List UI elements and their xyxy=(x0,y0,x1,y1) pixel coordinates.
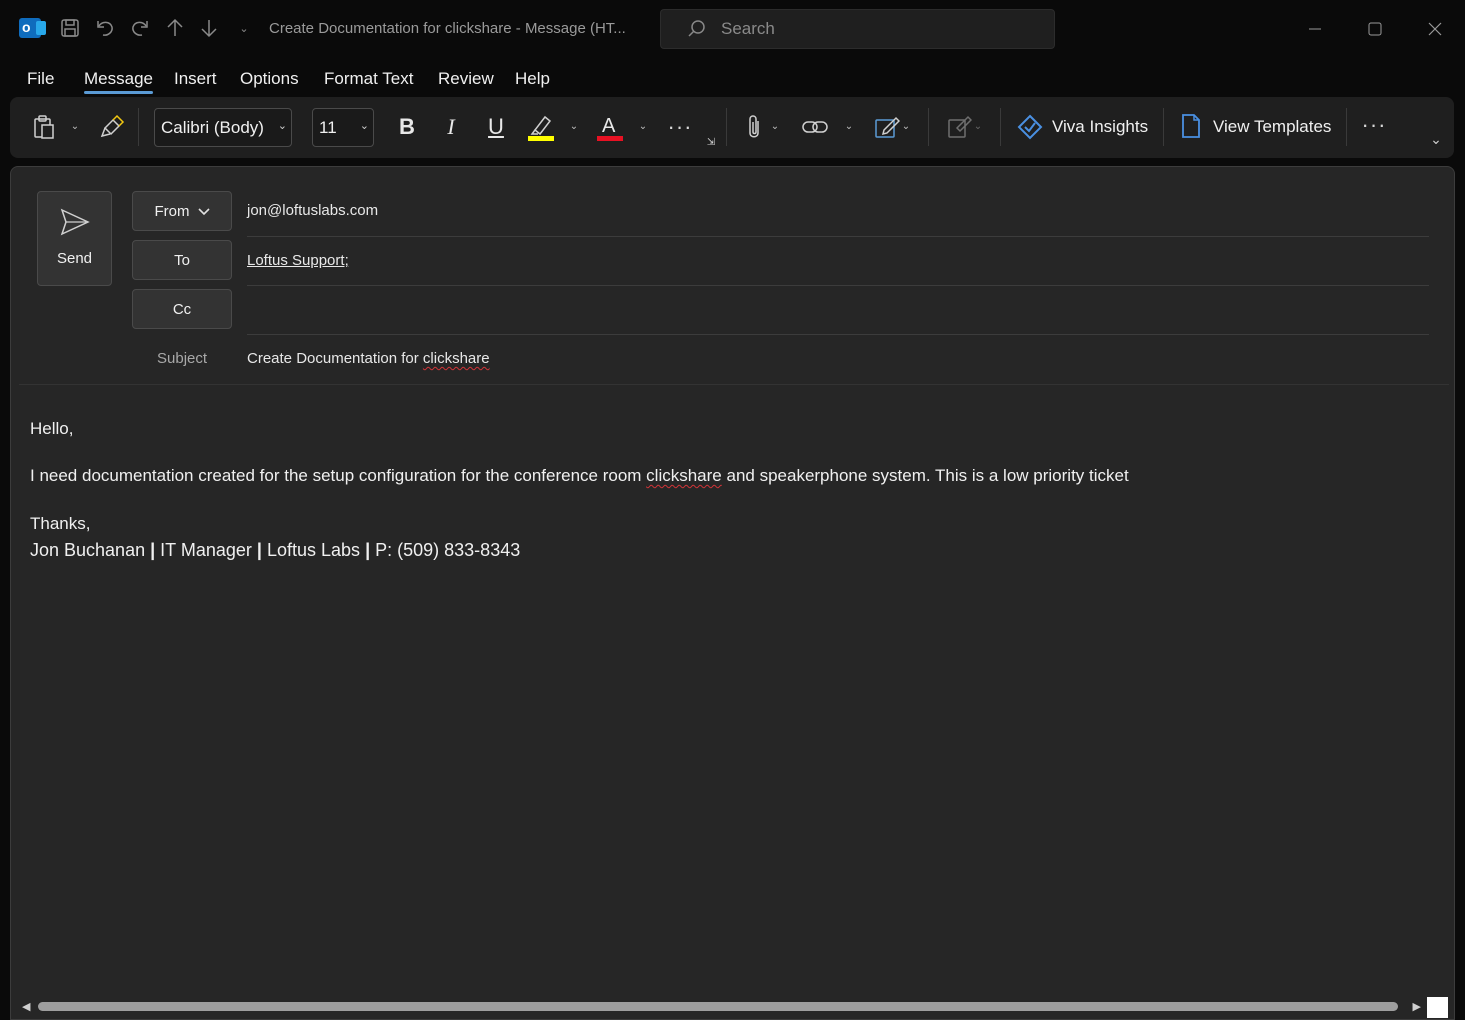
attach-file-icon[interactable] xyxy=(740,112,768,142)
font-name-value: Calibri (Body) xyxy=(161,118,264,137)
paste-options-chevron-icon[interactable]: ⌄ xyxy=(68,119,82,133)
body-text-before: I need documentation created for the set… xyxy=(30,466,647,485)
chevron-down-icon: ⌄ xyxy=(277,120,287,132)
link-icon[interactable] xyxy=(800,113,830,141)
font-name-select[interactable]: Calibri (Body) ⌄ xyxy=(154,108,292,147)
signature-separator: | xyxy=(150,540,156,560)
size-grip[interactable] xyxy=(1427,997,1448,1018)
from-label: From xyxy=(154,202,190,220)
cc-label: Cc xyxy=(172,300,192,318)
close-icon[interactable] xyxy=(1420,14,1450,44)
redo-icon[interactable] xyxy=(126,14,154,42)
ribbon-toolbar: ⌄ Calibri (Body) ⌄ 11 ⌄ B I U ⌄ A ⌄ ··· … xyxy=(10,97,1454,158)
italic-button[interactable]: I xyxy=(436,112,466,142)
search-input[interactable]: Search xyxy=(660,9,1055,49)
subject-misspelled-word[interactable]: clickshare xyxy=(423,350,490,367)
send-icon xyxy=(60,208,90,240)
next-item-icon[interactable] xyxy=(195,14,223,42)
highlight-icon[interactable] xyxy=(526,111,556,143)
title-bar: o ⌄ Create Documentation for clickshare … xyxy=(0,0,1465,58)
highlight-options-chevron-icon[interactable]: ⌄ xyxy=(567,119,581,133)
undo-icon[interactable] xyxy=(91,14,119,42)
underline-button[interactable]: U xyxy=(481,112,511,142)
more-formatting-icon[interactable]: ··· xyxy=(665,113,695,141)
link-options-chevron-icon[interactable]: ⌄ xyxy=(842,119,856,133)
chevron-down-icon xyxy=(197,203,210,220)
signature-role: IT Manager xyxy=(160,540,252,560)
body-line: I need documentation created for the set… xyxy=(30,466,1129,486)
scroll-right-icon[interactable]: ▶ xyxy=(1413,1000,1421,1013)
subject-text: Create Documentation for xyxy=(247,350,423,367)
ribbon-collapse-chevron-icon[interactable]: ⌄ xyxy=(1428,131,1444,147)
bold-button[interactable]: B xyxy=(392,112,422,142)
chevron-down-icon: ⌄ xyxy=(359,120,369,132)
subject-label: Subject xyxy=(157,350,208,367)
tab-help[interactable]: Help xyxy=(515,69,550,89)
search-icon xyxy=(687,19,707,43)
more-options-icon[interactable]: ··· xyxy=(1359,111,1389,139)
tab-review[interactable]: Review xyxy=(438,69,494,89)
font-size-select[interactable]: 11 ⌄ xyxy=(312,108,374,147)
from-button[interactable]: From xyxy=(132,191,232,231)
sensitivity-icon[interactable] xyxy=(944,112,974,142)
svg-text:A: A xyxy=(602,115,616,137)
search-placeholder: Search xyxy=(721,19,775,38)
to-label: To xyxy=(174,251,190,269)
signature: Jon Buchanan | IT Manager | Loftus Labs … xyxy=(30,540,520,561)
signature-company: Loftus Labs xyxy=(266,540,361,560)
send-button[interactable]: Send xyxy=(37,191,112,286)
tab-format-text[interactable]: Format Text xyxy=(324,69,413,89)
tab-message[interactable]: Message xyxy=(84,69,153,94)
window-title: Create Documentation for clickshare - Me… xyxy=(269,20,626,37)
maximize-icon[interactable] xyxy=(1360,14,1390,44)
body-text-after: and speakerphone system. This is a low p… xyxy=(721,466,1129,485)
viva-insights-icon[interactable] xyxy=(1016,112,1044,142)
cc-button[interactable]: Cc xyxy=(132,289,232,329)
font-color-icon[interactable]: A xyxy=(595,111,625,143)
view-templates-button[interactable]: View Templates xyxy=(1213,117,1331,137)
body-greeting: Hello, xyxy=(30,419,74,438)
signature-options-chevron-icon[interactable]: ⌄ xyxy=(899,119,913,133)
tab-insert[interactable]: Insert xyxy=(174,69,217,89)
attach-options-chevron-icon[interactable]: ⌄ xyxy=(768,119,782,133)
dialog-launcher-icon[interactable]: ⇲ xyxy=(704,135,718,149)
sensitivity-options-chevron-icon[interactable]: ⌄ xyxy=(971,119,985,133)
subject-field[interactable]: Create Documentation for clickshare xyxy=(247,350,490,367)
body-closing: Thanks, xyxy=(30,514,91,533)
customize-quick-access-icon[interactable]: ⌄ xyxy=(230,14,258,42)
format-painter-icon[interactable] xyxy=(98,113,126,141)
tab-options[interactable]: Options xyxy=(240,69,299,89)
outlook-app-icon: o xyxy=(16,14,46,42)
view-templates-icon[interactable] xyxy=(1178,111,1204,141)
cc-field[interactable] xyxy=(247,301,1429,321)
signature-separator: | xyxy=(256,540,262,560)
minimize-icon[interactable] xyxy=(1300,14,1330,44)
previous-item-icon[interactable] xyxy=(161,14,189,42)
compose-pane: Send From jon@loftuslabs.com To Loftus S… xyxy=(10,166,1455,1020)
font-color-options-chevron-icon[interactable]: ⌄ xyxy=(636,119,650,133)
save-icon[interactable] xyxy=(56,14,84,42)
send-label: Send xyxy=(56,250,93,267)
to-button[interactable]: To xyxy=(132,240,232,280)
paste-icon[interactable] xyxy=(30,113,58,141)
font-size-value: 11 xyxy=(319,118,337,137)
signature-name: Jon Buchanan xyxy=(30,540,146,560)
viva-insights-button[interactable]: Viva Insights xyxy=(1052,117,1148,137)
from-address: jon@loftuslabs.com xyxy=(247,202,379,219)
tab-file[interactable]: File xyxy=(27,69,54,89)
to-recipient[interactable]: Loftus Support; xyxy=(247,252,349,269)
scroll-left-icon[interactable]: ◀ xyxy=(22,1000,30,1013)
signature-icon[interactable] xyxy=(872,112,902,142)
body-misspelled-word[interactable]: clickshare xyxy=(646,466,722,485)
scrollbar-thumb[interactable] xyxy=(38,1002,1398,1011)
signature-separator: | xyxy=(365,540,371,560)
signature-phone: P: (509) 833-8343 xyxy=(375,540,521,560)
horizontal-scrollbar[interactable]: ◀ ▶ xyxy=(10,996,1425,1018)
